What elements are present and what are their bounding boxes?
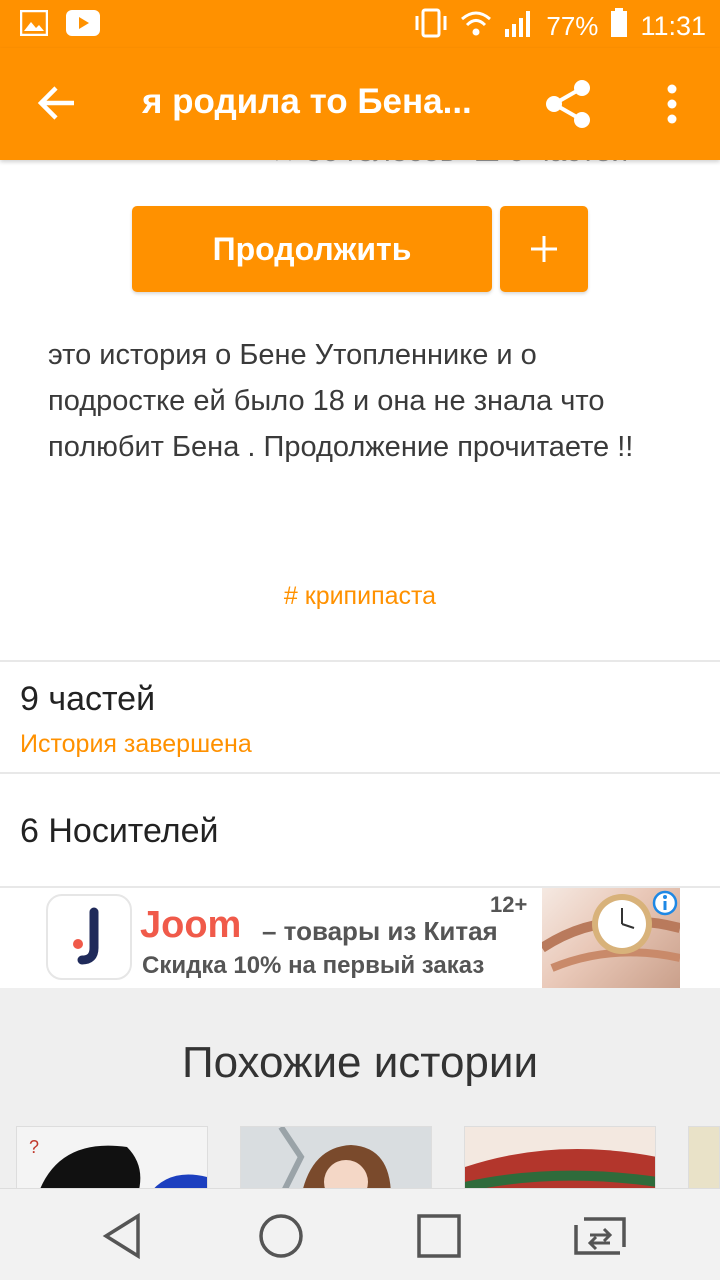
image-icon bbox=[19, 9, 49, 41]
story-title: я родила то Бена... bbox=[142, 82, 472, 121]
ad-info-icon[interactable] bbox=[652, 890, 678, 916]
nav-recents-button[interactable] bbox=[414, 1211, 464, 1261]
svg-text:?: ? bbox=[29, 1137, 39, 1157]
nav-home-button[interactable] bbox=[256, 1211, 306, 1261]
ad-headline: – товары из Китая bbox=[262, 916, 498, 946]
continue-reading-button[interactable]: Продолжить bbox=[132, 206, 492, 292]
similar-story-cover[interactable] bbox=[688, 1126, 720, 1196]
clock: 11:31 bbox=[640, 11, 706, 41]
switch-app-icon bbox=[574, 1217, 626, 1255]
battery-percent: 77% bbox=[546, 11, 599, 41]
screen: 77% 11:31 я родила то Бена... ★ 36 голос… bbox=[0, 0, 720, 1280]
plus-icon bbox=[531, 236, 557, 262]
add-to-library-button[interactable] bbox=[500, 206, 588, 292]
carriers-count[interactable]: 6 Носителей bbox=[20, 812, 219, 851]
ad-banner[interactable]: Joom – товары из Китая Скидка 10% на пер… bbox=[40, 888, 680, 988]
divider bbox=[0, 660, 720, 662]
back-button[interactable] bbox=[34, 80, 80, 126]
tag-link[interactable]: # крипипаста bbox=[0, 582, 720, 611]
status-bar: 77% 11:31 bbox=[0, 0, 720, 48]
wifi-icon bbox=[460, 9, 492, 44]
more-options-button[interactable] bbox=[655, 82, 689, 126]
circle-home-icon bbox=[259, 1214, 303, 1258]
story-status: История завершена bbox=[20, 730, 252, 758]
nav-back-button[interactable] bbox=[98, 1211, 148, 1261]
similar-story-cover[interactable]: ? bbox=[16, 1126, 208, 1196]
back-arrow-icon bbox=[37, 86, 74, 120]
joom-logo bbox=[46, 894, 132, 980]
similar-story-cover[interactable] bbox=[240, 1126, 432, 1196]
story-description: это история о Бене Утопленнике и о подро… bbox=[48, 339, 634, 463]
ad-age-rating: 12+ bbox=[490, 892, 528, 917]
nav-switch-app-button[interactable] bbox=[572, 1211, 628, 1261]
more-vert-icon bbox=[667, 84, 677, 124]
youtube-icon bbox=[66, 10, 100, 41]
navigation-bar bbox=[0, 1188, 720, 1280]
square-recents-icon bbox=[417, 1214, 461, 1258]
share-icon bbox=[546, 80, 590, 128]
similar-story-cover[interactable] bbox=[464, 1126, 656, 1196]
vibrate-icon bbox=[414, 8, 448, 45]
similar-stories-title: Похожие истории bbox=[181, 1038, 539, 1087]
ad-subline: Скидка 10% на первый заказ bbox=[142, 952, 485, 979]
parts-count[interactable]: 9 частей bbox=[20, 680, 155, 719]
battery-icon bbox=[610, 8, 628, 45]
triangle-back-icon bbox=[102, 1212, 140, 1260]
signal-icon bbox=[504, 9, 534, 44]
tag-label[interactable]: # крипипаста bbox=[284, 582, 436, 610]
ad-brand: Joom bbox=[140, 904, 242, 946]
share-button[interactable] bbox=[542, 78, 594, 130]
app-bar: я родила то Бена... bbox=[0, 48, 720, 160]
divider bbox=[0, 772, 720, 774]
